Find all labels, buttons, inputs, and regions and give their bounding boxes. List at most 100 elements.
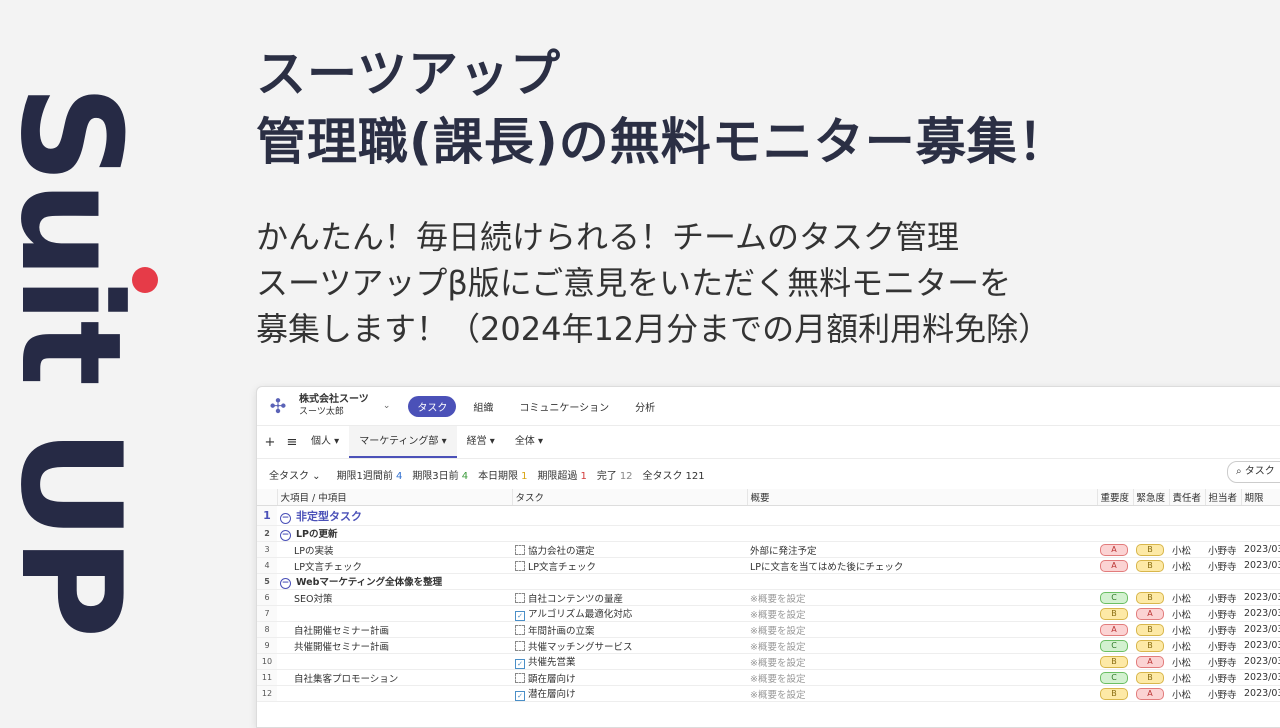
table-row[interactable]: 4 LP文言チェック LP文言チェック LPに文言を当てはめた後にチェック A B 小松 小野…: [257, 557, 1280, 574]
tab-organization[interactable]: 組織: [464, 396, 502, 417]
filter-overdue[interactable]: 期限超過 1: [537, 467, 586, 482]
filter-today[interactable]: 本日期限 1: [478, 467, 527, 482]
task-checkbox-icon[interactable]: ✓: [515, 611, 525, 621]
task-cell[interactable]: LP文言チェック: [512, 557, 747, 574]
add-icon[interactable]: +: [261, 435, 279, 450]
scope-management[interactable]: 経営 ▾: [457, 426, 505, 458]
urgency-cell[interactable]: A: [1133, 653, 1169, 670]
importance-cell[interactable]: C: [1097, 669, 1133, 686]
summary-cell[interactable]: LPに文言を当てはめた後にチェック: [747, 557, 1097, 574]
table-row[interactable]: 8 自社開催セミナー計画 年間計画の立案 ※概要を設定 A B 小松 小野寺 2023/03: [257, 621, 1280, 638]
task-checkbox-icon[interactable]: [515, 592, 525, 603]
urgency-cell[interactable]: A: [1133, 605, 1169, 622]
scope-all[interactable]: 全体 ▾: [505, 426, 553, 458]
urgency-cell[interactable]: B: [1133, 589, 1169, 606]
collapse-icon[interactable]: −: [280, 530, 291, 541]
task-checkbox-icon[interactable]: [515, 640, 525, 651]
assignee-cell[interactable]: 小野寺: [1205, 605, 1241, 622]
assignee-cell[interactable]: 小野寺: [1205, 557, 1241, 574]
col-due[interactable]: 期限: [1241, 489, 1280, 506]
table-row[interactable]: 12 ✓ 潜在層向け ※概要を設定 B A 小松 小野寺 2023/03: [257, 685, 1280, 702]
table-row[interactable]: 9 共催開催セミナー計画 共催マッチングサービス ※概要を設定 C B 小松 小野寺 2023/…: [257, 637, 1280, 654]
assignee-cell[interactable]: 小野寺: [1205, 637, 1241, 654]
owner-cell[interactable]: 小松: [1169, 685, 1205, 702]
task-checkbox-icon[interactable]: [515, 544, 525, 555]
assignee-cell[interactable]: 小野寺: [1205, 589, 1241, 606]
table-row[interactable]: 6 SEO対策 自社コンテンツの量産 ※概要を設定 C B 小松 小野寺 2023/03: [257, 589, 1280, 606]
task-cell[interactable]: ✓ 共催先営業: [512, 653, 747, 670]
company-switcher[interactable]: 株式会社スーツ スーツ太郎: [299, 394, 369, 418]
summary-cell[interactable]: ※概要を設定: [747, 669, 1097, 686]
due-cell[interactable]: 2023/03: [1241, 557, 1280, 574]
owner-cell[interactable]: 小松: [1169, 541, 1205, 558]
table-row[interactable]: 10 ✓ 共催先営業 ※概要を設定 B A 小松 小野寺 2023/03: [257, 653, 1280, 670]
col-urgency[interactable]: 緊急度: [1133, 489, 1170, 506]
tab-analytics[interactable]: 分析: [626, 396, 664, 417]
filter-all-dropdown[interactable]: 全タスク ⌄: [269, 467, 321, 482]
chevron-down-icon[interactable]: ⌄: [383, 401, 391, 411]
task-cell[interactable]: ✓ アルゴリズム最適化対応: [512, 605, 747, 622]
due-cell[interactable]: 2023/03: [1241, 685, 1280, 702]
summary-cell[interactable]: ※概要を設定: [747, 637, 1097, 654]
owner-cell[interactable]: 小松: [1169, 557, 1205, 574]
task-cell[interactable]: 自社コンテンツの量産: [512, 589, 747, 606]
due-cell[interactable]: 2023/03: [1241, 653, 1280, 670]
importance-cell[interactable]: C: [1097, 589, 1133, 606]
task-cell[interactable]: 顕在層向け: [512, 669, 747, 686]
owner-cell[interactable]: 小松: [1169, 637, 1205, 654]
urgency-cell[interactable]: B: [1133, 621, 1169, 638]
search-input[interactable]: ⌕ タスク: [1227, 461, 1280, 483]
assignee-cell[interactable]: 小野寺: [1205, 685, 1241, 702]
summary-cell[interactable]: ※概要を設定: [747, 685, 1097, 702]
table-row[interactable]: 11 自社集客プロモーション 顕在層向け ※概要を設定 C B 小松 小野寺 2023/03: [257, 669, 1280, 686]
filter-done[interactable]: 完了 12: [597, 467, 633, 482]
owner-cell[interactable]: 小松: [1169, 653, 1205, 670]
importance-cell[interactable]: A: [1097, 541, 1133, 558]
scope-marketing[interactable]: マーケティング部 ▾: [349, 426, 457, 458]
collapse-icon[interactable]: −: [280, 578, 291, 589]
tab-tasks[interactable]: タスク: [408, 395, 457, 417]
urgency-cell[interactable]: A: [1133, 685, 1169, 702]
urgency-cell[interactable]: B: [1133, 557, 1169, 574]
urgency-cell[interactable]: B: [1133, 669, 1169, 686]
col-summary[interactable]: 概要: [747, 489, 1098, 506]
summary-cell[interactable]: ※概要を設定: [747, 605, 1097, 622]
table-row[interactable]: 7 ✓ アルゴリズム最適化対応 ※概要を設定 B A 小松 小野寺 2023/03: [257, 605, 1280, 622]
group-title[interactable]: − LPの更新: [277, 525, 1280, 542]
due-cell[interactable]: 2023/03: [1241, 669, 1280, 686]
scope-personal[interactable]: 個人 ▾: [301, 426, 349, 458]
owner-cell[interactable]: 小松: [1169, 589, 1205, 606]
filter-total[interactable]: 全タスク 121: [643, 467, 705, 482]
task-checkbox-icon[interactable]: ✓: [515, 691, 525, 701]
due-cell[interactable]: 2023/03: [1241, 605, 1280, 622]
assignee-cell[interactable]: 小野寺: [1205, 669, 1241, 686]
menu-icon[interactable]: ≡: [283, 435, 301, 450]
importance-cell[interactable]: C: [1097, 637, 1133, 654]
task-checkbox-icon[interactable]: ✓: [515, 659, 525, 669]
table-row[interactable]: 3 LPの実装 協力会社の選定 外部に発注予定 A B 小松 小野寺 2023/03: [257, 541, 1280, 558]
summary-cell[interactable]: ※概要を設定: [747, 653, 1097, 670]
owner-cell[interactable]: 小松: [1169, 605, 1205, 622]
collapse-icon[interactable]: −: [280, 512, 291, 524]
task-cell[interactable]: ✓ 潜在層向け: [512, 685, 747, 702]
table-row[interactable]: 2− LPの更新: [257, 525, 1280, 542]
due-cell[interactable]: 2023/03: [1241, 621, 1280, 638]
importance-cell[interactable]: B: [1097, 653, 1133, 670]
importance-cell[interactable]: B: [1097, 685, 1133, 702]
summary-cell[interactable]: 外部に発注予定: [747, 541, 1097, 558]
col-category[interactable]: 大項目 / 中項目: [277, 489, 513, 506]
group-title[interactable]: − Webマーケティング全体像を整理: [277, 573, 1280, 590]
due-cell[interactable]: 2023/03: [1241, 637, 1280, 654]
assignee-cell[interactable]: 小野寺: [1205, 541, 1241, 558]
summary-cell[interactable]: ※概要を設定: [747, 589, 1097, 606]
task-cell[interactable]: 年間計画の立案: [512, 621, 747, 638]
col-owner[interactable]: 責任者: [1169, 489, 1206, 506]
urgency-cell[interactable]: B: [1133, 637, 1169, 654]
task-checkbox-icon[interactable]: [515, 672, 525, 683]
table-row[interactable]: 5− Webマーケティング全体像を整理: [257, 573, 1280, 590]
group-title[interactable]: − 非定型タスク: [277, 505, 1280, 526]
task-cell[interactable]: 共催マッチングサービス: [512, 637, 747, 654]
owner-cell[interactable]: 小松: [1169, 669, 1205, 686]
owner-cell[interactable]: 小松: [1169, 621, 1205, 638]
importance-cell[interactable]: A: [1097, 557, 1133, 574]
